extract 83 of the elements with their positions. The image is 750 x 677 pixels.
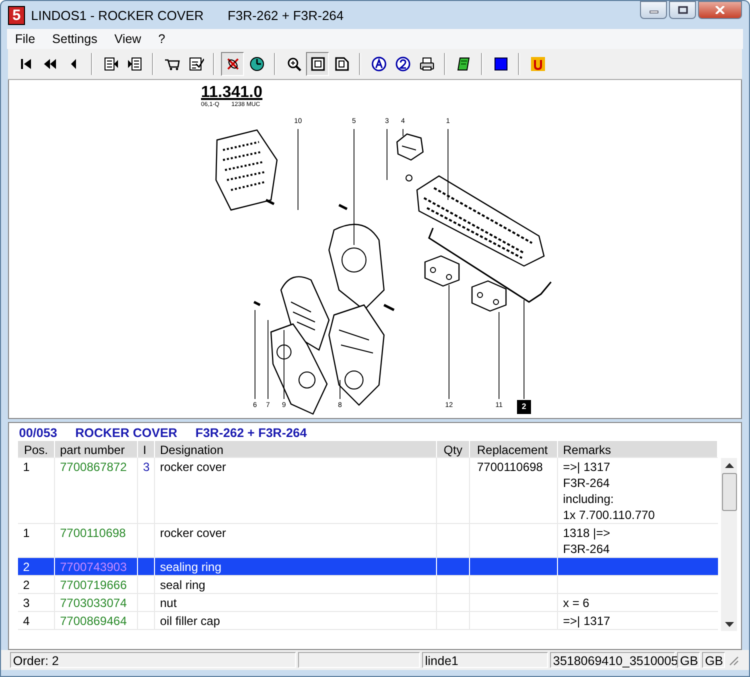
table-cell: 2: [18, 576, 55, 594]
scroll-thumb[interactable]: [722, 473, 736, 511]
remarks-cell: x = 6: [558, 594, 718, 612]
illustration-count-cell: [138, 558, 155, 576]
restore-icon: [678, 6, 688, 14]
page-back-icon: [102, 56, 118, 72]
table-cell: rocker cover: [155, 458, 437, 524]
page-frame-icon: [310, 56, 326, 72]
plate-number: 11.341.0: [201, 84, 262, 102]
maximize-button[interactable]: [669, 1, 696, 19]
group-name: ROCKER COVER: [75, 426, 178, 440]
table-row[interactable]: 4 7700869464 oil filler cap =>| 1317: [18, 612, 718, 630]
window-title: LINDOS1 - ROCKER COVER: [31, 8, 204, 22]
column-header[interactable]: Qty: [437, 441, 470, 458]
table-cell: 3: [18, 594, 55, 612]
scroll-down-icon: [724, 622, 734, 628]
group-engines: F3R-262 + F3R-264: [195, 426, 307, 440]
page-frame-button[interactable]: [306, 52, 329, 76]
column-header[interactable]: Pos.: [18, 441, 55, 458]
circled-a-icon: [370, 56, 386, 72]
scroll-up-icon: [724, 462, 734, 468]
column-header[interactable]: Designation: [155, 441, 437, 458]
part-number-cell: 7700869464: [55, 612, 138, 630]
table-cell: [437, 576, 470, 594]
menu-item[interactable]: File: [7, 32, 44, 46]
column-header[interactable]: part number: [55, 441, 138, 458]
table-cell: [437, 558, 470, 576]
page-forward-icon: [126, 56, 142, 72]
close-button[interactable]: [698, 1, 742, 19]
printer-icon: [418, 56, 434, 72]
checklist-icon: [188, 56, 204, 72]
callout-number[interactable]: 2: [517, 400, 531, 414]
remarks-cell: =>| 1317 F3R-264 including: 1x 7.700.110.770: [558, 458, 718, 524]
status-ids: 3518069410_3510005: [550, 652, 675, 668]
table-row[interactable]: 2 7700743903 sealing ring: [18, 558, 718, 576]
menu-item[interactable]: View: [106, 32, 150, 46]
notepad-icon: [456, 56, 472, 72]
part-number-cell: 7700719666: [55, 576, 138, 594]
table-row[interactable]: 2 7700719666 seal ring: [18, 576, 718, 594]
crossed-link-icon: [224, 56, 240, 72]
illustration-count-cell: [138, 576, 155, 594]
close-icon: [715, 6, 725, 14]
window-subtitle: F3R-262 + F3R-264: [228, 8, 344, 22]
fast-back-icon: [42, 56, 58, 72]
zoom-icon: [286, 56, 302, 72]
table-cell: oil filler cap: [155, 612, 437, 630]
resize-grip-icon: [727, 654, 739, 666]
menu-item[interactable]: Settings: [44, 32, 106, 46]
page-corner-icon: [334, 56, 350, 72]
app-logo: 5: [8, 6, 25, 24]
crossed-link-button[interactable]: [221, 52, 244, 76]
table-cell: 1: [18, 458, 55, 524]
leader-line: [386, 128, 388, 180]
status-user: linde1: [422, 652, 548, 668]
part-number-cell: 7703033074: [55, 594, 138, 612]
column-header[interactable]: I: [138, 441, 155, 458]
status-order: Order: 2: [10, 652, 296, 668]
table-cell: 7700110698: [470, 458, 558, 524]
status-language: GB: [702, 652, 725, 668]
filler-cap-drawing: [396, 133, 424, 182]
status-language: GB: [677, 652, 700, 668]
column-header[interactable]: Replacement: [470, 441, 558, 458]
vertical-scrollbar[interactable]: [721, 458, 737, 631]
table-cell: 2: [18, 558, 55, 576]
remarks-cell: =>| 1317: [558, 612, 718, 630]
menu-item[interactable]: ?: [150, 32, 174, 46]
minimize-button[interactable]: [640, 1, 667, 19]
table-cell: 4: [18, 612, 55, 630]
group-index: 00/053: [19, 426, 58, 440]
column-header[interactable]: Remarks: [558, 441, 718, 458]
illustration-count-cell: 3: [138, 458, 155, 524]
table-cell: seal ring: [155, 576, 437, 594]
part-number-cell: 7700867872: [55, 458, 138, 524]
u-tile-icon: [530, 56, 546, 72]
table-row[interactable]: 3 7703033074 nut x = 6: [18, 594, 718, 612]
part-number-cell: 7700743903: [55, 558, 138, 576]
table-cell: sealing ring: [155, 558, 437, 576]
table-cell: [437, 458, 470, 524]
table-cell: nut: [155, 594, 437, 612]
square-icon: [492, 56, 508, 72]
leader-line: [402, 128, 404, 136]
circled-two-icon: [394, 56, 410, 72]
clock-icon: [248, 56, 264, 72]
